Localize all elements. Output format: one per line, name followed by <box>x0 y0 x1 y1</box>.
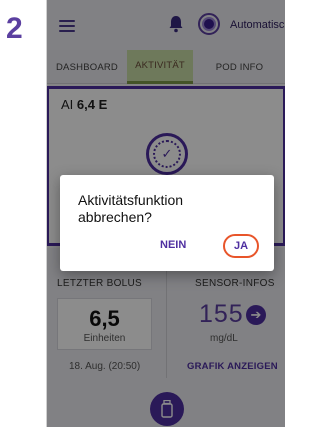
dialog-title: Aktivitätsfunktion abbrechen? <box>78 192 184 225</box>
yes-button[interactable]: JA <box>223 234 259 258</box>
phone-screen: Automatisch DASHBOARD AKTIVITÄT POD INFO… <box>46 0 285 427</box>
step-number: 2 <box>6 12 23 45</box>
no-button[interactable]: NEIN <box>160 239 186 251</box>
cancel-activity-dialog: Aktivitätsfunktion abbrechen? NEIN JA <box>60 175 274 271</box>
